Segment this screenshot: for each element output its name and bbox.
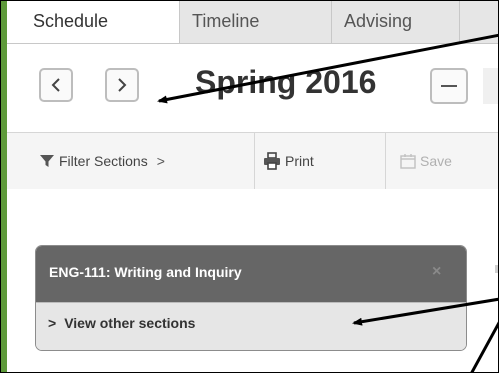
tab-overflow[interactable] [460, 1, 498, 43]
funnel-icon [40, 155, 54, 167]
app-window: Schedule Timeline Advising Spring 2016 F… [0, 0, 499, 373]
previous-term-button[interactable] [39, 68, 73, 102]
tab-advising[interactable]: Advising [332, 1, 460, 43]
collapse-button[interactable] [430, 68, 468, 104]
main-content: ENG-111: Writing and Inquiry × > View ot… [7, 189, 498, 372]
print-button[interactable]: Print [263, 133, 314, 189]
chevron-right-icon: > [48, 315, 57, 331]
view-other-sections-label: View other sections [64, 315, 196, 331]
term-navigation: Spring 2016 [7, 44, 498, 132]
toolbar-divider [254, 133, 255, 189]
printer-icon [264, 152, 280, 170]
chevron-right-icon: > [156, 153, 165, 169]
print-label: Print [285, 153, 314, 169]
chevron-left-icon [51, 78, 60, 92]
truncated-control [483, 68, 498, 104]
filter-sections-button[interactable]: Filter Sections > [39, 133, 165, 189]
term-title: Spring 2016 [195, 64, 377, 100]
tab-timeline[interactable]: Timeline [179, 1, 332, 43]
calendar-icon [400, 154, 416, 169]
course-card-header[interactable]: ENG-111: Writing and Inquiry × [36, 246, 466, 302]
filter-sections-label: Filter Sections [59, 153, 148, 169]
tab-bar: Schedule Timeline Advising [7, 1, 498, 44]
chevron-right-icon [118, 78, 127, 92]
view-other-sections-link[interactable]: > View other sections [48, 315, 195, 331]
minus-icon [441, 85, 457, 87]
course-card: ENG-111: Writing and Inquiry × > View ot… [35, 245, 467, 351]
course-title: ENG-111: Writing and Inquiry [49, 264, 242, 280]
toolbar: Filter Sections > Print Save [7, 132, 498, 190]
save-button[interactable]: Save [400, 133, 452, 189]
scroll-indicator [495, 265, 498, 273]
close-icon[interactable]: × [432, 263, 441, 281]
next-term-button[interactable] [105, 68, 139, 102]
tab-schedule[interactable]: Schedule [21, 1, 179, 43]
save-label: Save [420, 153, 452, 169]
course-card-footer: > View other sections [36, 302, 466, 350]
toolbar-divider [385, 133, 386, 189]
